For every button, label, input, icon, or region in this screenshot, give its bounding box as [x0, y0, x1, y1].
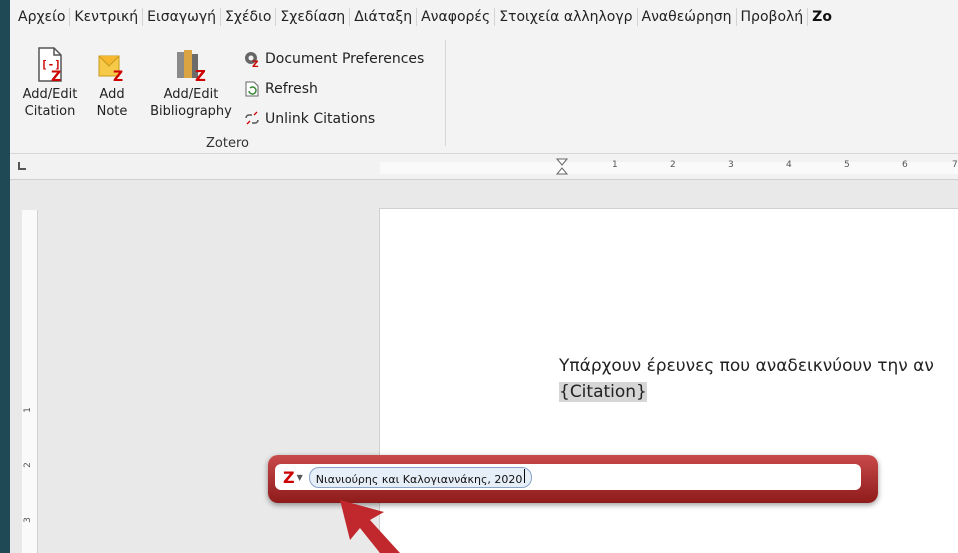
document-preferences-label: Document Preferences — [265, 51, 425, 67]
menu-insert[interactable]: Εισαγωγή — [143, 8, 222, 26]
refresh-icon — [245, 81, 259, 97]
vruler-number: 2 — [22, 462, 33, 468]
menu-design[interactable]: Σχεδίαση — [276, 8, 351, 26]
citation-field[interactable]: {Citation} — [559, 382, 647, 402]
document-body[interactable]: Υπάρχουν έρευνες που αναδεικνύουν την αν… — [559, 353, 934, 405]
svg-text:Z: Z — [195, 67, 206, 84]
svg-text:Z: Z — [113, 69, 123, 84]
unlink-icon — [245, 111, 259, 125]
vruler-number: 1 — [22, 407, 33, 413]
menu-references[interactable]: Αναφορές — [417, 8, 496, 26]
unlink-citations-label: Unlink Citations — [265, 111, 376, 127]
add-edit-bibliography-line2: Bibliography — [150, 104, 232, 119]
document-line: Υπάρχουν έρευνες που αναδεικνύουν την αν — [559, 356, 934, 376]
ruler-number: 1 — [612, 160, 618, 170]
ribbon-group-separator — [445, 40, 446, 146]
add-note-line2: Note — [96, 104, 128, 119]
zotero-group-label: Zotero — [206, 136, 249, 151]
ruler-number: 3 — [728, 160, 734, 170]
menu-home[interactable]: Κεντρική — [70, 8, 144, 26]
ruler-number: 6 — [902, 160, 908, 170]
add-note-line1: Add — [99, 87, 125, 102]
menu-mailings[interactable]: Στοιχεία αλληλογρ — [495, 8, 638, 26]
document-preferences-button[interactable]: Z Document Preferences — [243, 44, 424, 74]
add-edit-citation-line1: Add/Edit — [22, 87, 78, 102]
add-edit-bibliography-line1: Add/Edit — [163, 87, 219, 102]
svg-text:Z: Z — [252, 60, 259, 68]
text-cursor — [524, 468, 526, 483]
citation-bubble-text: Νιανιούρης και Καλογιαννάκης, 2020 — [315, 472, 523, 486]
bibliography-icon: Z — [177, 50, 206, 84]
ruler-track[interactable]: 1 2 3 4 5 6 7 — [380, 158, 958, 175]
add-edit-bibliography-button[interactable]: Z Add/Edit Bibliography — [146, 46, 236, 120]
menu-draw[interactable]: Σχέδιο — [221, 8, 277, 26]
indent-marker[interactable] — [556, 158, 568, 176]
ruler-number: 7 — [952, 160, 958, 170]
menu-file[interactable]: Αρχείο — [14, 8, 71, 26]
add-note-icon: Z — [98, 55, 123, 84]
zotero-small-commands: Z Document Preferences Refresh Unlink Ci… — [243, 44, 424, 134]
menu-bar: Αρχείο Κεντρική Εισαγωγή Σχέδιο Σχεδίαση… — [10, 0, 958, 34]
vruler-number: 3 — [22, 517, 33, 523]
word-window: Αρχείο Κεντρική Εισαγωγή Σχέδιο Σχεδίαση… — [10, 0, 958, 553]
svg-text:Z: Z — [51, 69, 61, 84]
tab-selector[interactable] — [18, 162, 26, 170]
menu-review[interactable]: Αναθεώρηση — [638, 8, 737, 26]
menu-zotero[interactable]: Zo — [808, 8, 836, 26]
add-edit-citation-button[interactable]: [-] Z Add/Edit Citation — [14, 46, 86, 120]
citation-bubble[interactable]: Νιανιούρης και Καλογιαννάκης, 2020 — [308, 466, 533, 488]
refresh-label: Refresh — [265, 81, 318, 97]
ruler-number: 4 — [786, 160, 792, 170]
ruler-number: 5 — [844, 160, 850, 170]
zotero-quick-format-bar: Z ▼ Νιανιούρης και Καλογιαννάκης, 2020 — [268, 455, 878, 503]
add-note-button[interactable]: Z Add Note — [90, 46, 134, 120]
menu-layout[interactable]: Διάταξη — [350, 8, 418, 26]
ruler-number: 2 — [670, 160, 676, 170]
unlink-citations-button[interactable]: Unlink Citations — [243, 104, 424, 134]
gear-icon: Z — [245, 52, 259, 68]
chevron-down-icon[interactable]: ▼ — [297, 473, 303, 482]
menu-view[interactable]: Προβολή — [737, 8, 809, 26]
add-citation-icon: [-] Z — [38, 47, 62, 84]
vertical-ruler: 1 2 3 — [22, 210, 38, 553]
refresh-button[interactable]: Refresh — [243, 74, 424, 104]
zotero-logo-icon[interactable]: Z — [283, 468, 295, 487]
horizontal-ruler: 1 2 3 4 5 6 7 — [10, 154, 958, 180]
add-edit-citation-line2: Citation — [24, 104, 76, 119]
quick-format-input[interactable]: Z ▼ Νιανιούρης και Καλογιαννάκης, 2020 — [275, 464, 861, 490]
pointer-arrow-icon — [340, 500, 400, 553]
ribbon: [-] Z Add/Edit Citation Z Add Note Z Add… — [10, 34, 958, 154]
